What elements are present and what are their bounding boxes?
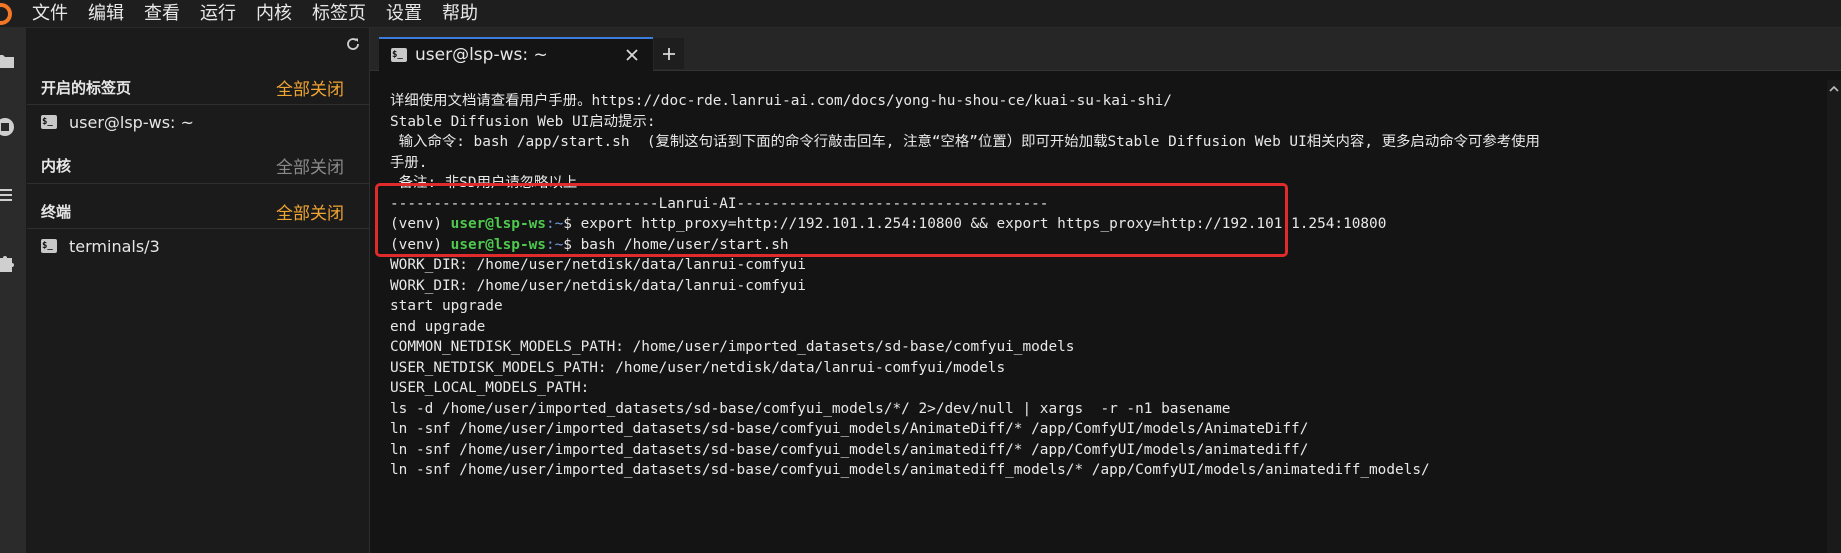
menu-tabs[interactable]: 标签页 xyxy=(302,0,376,27)
terminal-item[interactable]: $_ terminals/3 xyxy=(41,232,160,260)
open-tabs-heading: 开启的标签页 xyxy=(41,78,132,97)
terminal-line: ln -snf /home/user/imported_datasets/sd-… xyxy=(390,462,1430,478)
terminal-item-label: terminals/3 xyxy=(69,236,160,256)
close-all-tabs-button[interactable]: 全部关闭 xyxy=(276,75,344,100)
activity-bar xyxy=(0,28,27,553)
scroll-up-icon[interactable] xyxy=(1827,82,1841,96)
open-tabs-section: 开启的标签页 全部关闭 xyxy=(27,70,369,104)
close-icon[interactable] xyxy=(625,48,639,62)
terminal-icon: $_ xyxy=(41,239,57,253)
terminal-line: start upgrade xyxy=(390,298,503,314)
jupyter-logo-icon[interactable] xyxy=(0,2,12,25)
highlight-box xyxy=(375,183,1288,257)
terminal-line: end upgrade xyxy=(390,319,486,335)
menu-bar: 文件 编辑 查看 运行 内核 标签页 设置 帮助 xyxy=(0,0,1841,28)
divider xyxy=(27,104,369,105)
kernels-section: 内核 全部关闭 xyxy=(27,148,369,182)
tab-terminal[interactable]: $_ user@lsp-ws: ~ xyxy=(379,37,653,71)
puzzle-icon[interactable] xyxy=(0,252,16,274)
terminals-section: 终端 全部关闭 xyxy=(27,194,369,228)
terminal-line: USER_NETDISK_MODELS_PATH: /home/user/net… xyxy=(390,360,1006,376)
open-tab-item[interactable]: $_ user@lsp-ws: ~ xyxy=(41,108,194,136)
open-tab-label: user@lsp-ws: ~ xyxy=(69,112,194,132)
list-icon[interactable] xyxy=(0,184,16,206)
close-all-terminals-button[interactable]: 全部关闭 xyxy=(276,199,344,224)
menu-file[interactable]: 文件 xyxy=(22,0,78,27)
menu-edit[interactable]: 编辑 xyxy=(78,0,134,27)
terminal-line: WORK_DIR: /home/user/netdisk/data/lanrui… xyxy=(390,257,806,273)
new-tab-button[interactable] xyxy=(654,38,684,69)
terminal-line: COMMON_NETDISK_MODELS_PATH: /home/user/i… xyxy=(390,339,1075,355)
terminals-heading: 终端 xyxy=(41,202,72,221)
refresh-icon[interactable] xyxy=(345,36,361,52)
menu-view[interactable]: 查看 xyxy=(134,0,190,27)
menu-kernel[interactable]: 内核 xyxy=(246,0,302,27)
terminal-icon: $_ xyxy=(41,115,57,129)
terminal-icon: $_ xyxy=(391,48,407,62)
terminal-line: 手册. xyxy=(390,155,428,171)
close-all-kernels-button[interactable]: 全部关闭 xyxy=(276,153,344,178)
terminal-line: ln -snf /home/user/imported_datasets/sd-… xyxy=(390,442,1309,458)
running-sidebar: 开启的标签页 全部关闭 $_ user@lsp-ws: ~ 内核 全部关闭 终端… xyxy=(27,28,370,553)
plus-icon xyxy=(663,47,675,60)
menu-run[interactable]: 运行 xyxy=(190,0,246,27)
menu-settings[interactable]: 设置 xyxy=(376,0,432,27)
divider xyxy=(27,183,369,184)
terminal-line: USER_LOCAL_MODELS_PATH: xyxy=(390,380,590,396)
terminal-line: WORK_DIR: /home/user/netdisk/data/lanrui… xyxy=(390,278,806,294)
tab-label: user@lsp-ws: ~ xyxy=(415,45,548,65)
terminal-line: Stable Diffusion Web UI启动提示: xyxy=(390,114,656,130)
terminal-line: ln -snf /home/user/imported_datasets/sd-… xyxy=(390,421,1309,437)
terminal-line: ls -d /home/user/imported_datasets/sd-ba… xyxy=(390,401,1231,417)
kernels-heading: 内核 xyxy=(41,156,72,175)
menu-help[interactable]: 帮助 xyxy=(432,0,488,27)
terminal-output[interactable]: 详细使用文档请查看用户手册。https://doc-rde.lanrui-ai.… xyxy=(378,80,1833,553)
tab-bar: $_ user@lsp-ws: ~ xyxy=(370,28,1841,71)
folder-icon[interactable] xyxy=(0,50,16,72)
terminal-scrollbar[interactable] xyxy=(1827,80,1841,553)
stop-circle-icon[interactable] xyxy=(0,116,16,138)
divider xyxy=(27,228,369,229)
terminal-line: 详细使用文档请查看用户手册。https://doc-rde.lanrui-ai.… xyxy=(390,93,1172,109)
terminal-line: 输入命令: bash /app/start.sh (复制这句话到下面的命令行敲击… xyxy=(390,134,1540,150)
